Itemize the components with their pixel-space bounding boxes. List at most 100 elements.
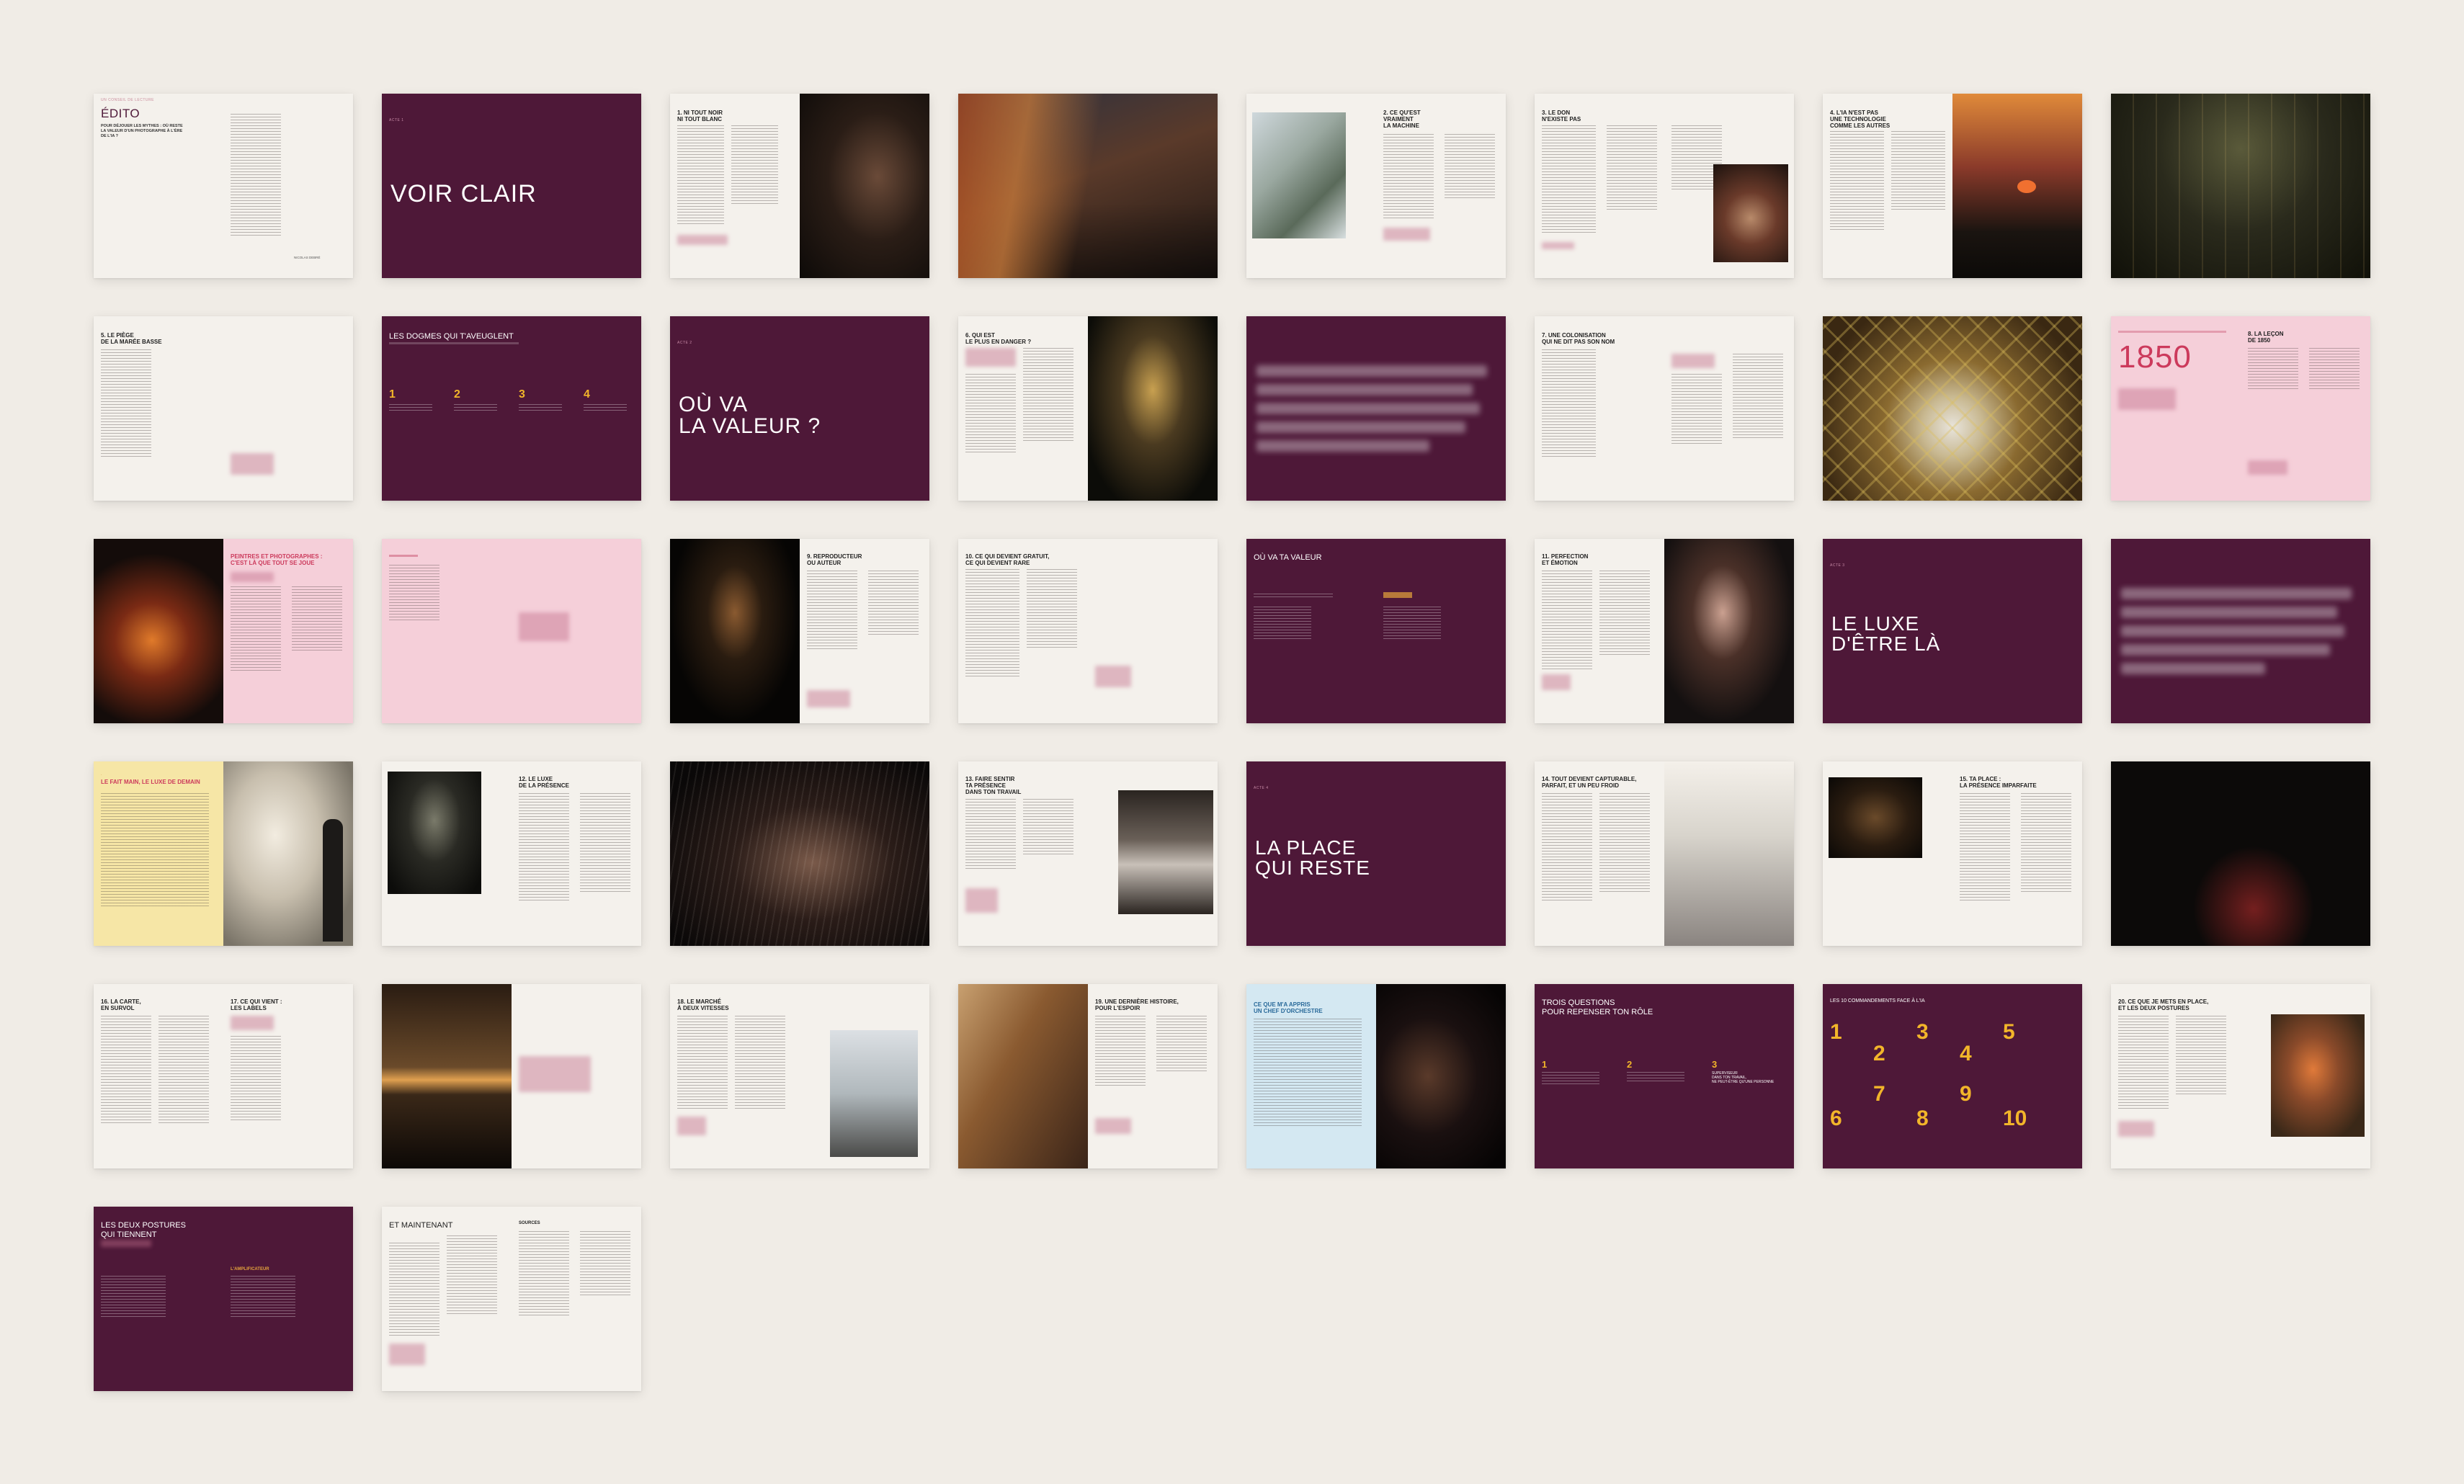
- page-title: 5. LE PIÈGE DE LA MARÉE BASSE: [101, 332, 162, 346]
- page-act-3[interactable]: ACTE 3 LE LUXE D'ÊTRE LÀ: [1823, 539, 2082, 723]
- page-photo-plate[interactable]: [1823, 316, 2082, 501]
- page-photo-building[interactable]: [958, 94, 1218, 278]
- page-colonisation[interactable]: 7. UNE COLONISATION QUI NE DIT PAS SON N…: [1535, 316, 1794, 501]
- page-10-commandements[interactable]: LES 10 COMMANDEMENTS FACE À L'IA 1 2 3 4…: [1823, 984, 2082, 1168]
- cmd-6-number: 6: [1830, 1107, 1842, 1130]
- page-act-4[interactable]: ACTE 4 LA PLACE QUI RESTE: [1246, 761, 1506, 946]
- page-trois-questions[interactable]: TROIS QUESTIONS POUR REPENSER TON RÔLE 1…: [1535, 984, 1794, 1168]
- page-dogmes[interactable]: LES DOGMES QUI T'AVEUGLENT 1 2 3 4: [382, 316, 641, 501]
- page-capturable[interactable]: 14. TOUT DEVIENT CAPTURABLE, PARFAIT, ET…: [1535, 761, 1794, 946]
- page-title: 15. TA PLACE : LA PRÉSENCE IMPARFAITE: [1960, 776, 2037, 790]
- page-danger[interactable]: 6. QUI EST LE PLUS EN DANGER ?: [958, 316, 1218, 501]
- page-faire-sentir[interactable]: 13. FAIRE SENTIR TA PRÉSENCE DANS TON TR…: [958, 761, 1218, 946]
- dogme-1-number: 1: [389, 388, 396, 401]
- page-photo-piano[interactable]: [670, 761, 929, 946]
- photo-pianist: [800, 94, 929, 278]
- page-marche[interactable]: 18. LE MARCHÉ À DEUX VITESSES: [670, 984, 929, 1168]
- page-shelf[interactable]: [382, 984, 641, 1168]
- photo-gold-tablecloth: [1823, 316, 2082, 501]
- page-chef-orchestre[interactable]: CE QUE M'A APPRIS UN CHEF D'ORCHESTRE: [1246, 984, 1506, 1168]
- page-piege[interactable]: 5. LE PIÈGE DE LA MARÉE BASSE: [94, 316, 353, 501]
- dogme-4-number: 4: [584, 388, 590, 401]
- page-title: 11. PERFECTION ET ÉMOTION: [1542, 553, 1589, 567]
- page-deux-postures[interactable]: LES DEUX POSTURES QUI TIENNENT L'AMPLIFI…: [94, 1207, 353, 1391]
- sun-icon: [2017, 180, 2036, 193]
- dogme-2-number: 2: [454, 388, 460, 401]
- page-et-maintenant[interactable]: ET MAINTENANT SOURCES: [382, 1207, 641, 1391]
- cmd-1-number: 1: [1830, 1020, 1842, 1044]
- photo-glass-structure: [1252, 112, 1346, 238]
- page-technologie[interactable]: 4. L'IA N'EST PAS UNE TECHNOLOGIE COMME …: [1823, 94, 2082, 278]
- page-title: 3. LE DON N'EXISTE PAS: [1542, 109, 1581, 123]
- page-title: 8. LA LEÇON DE 1850: [2248, 331, 2284, 344]
- page-fait-main[interactable]: · LE FAIT MAIN, LE LUXE DE DEMAIN: [94, 761, 353, 946]
- page-title: LES 10 COMMANDEMENTS FACE À L'IA: [1830, 998, 1925, 1004]
- photo-chef-plating: [1664, 539, 1794, 723]
- page-ni-tout-noir[interactable]: 1. NI TOUT NOIR NI TOUT BLANC: [670, 94, 929, 278]
- page-blurred-quote[interactable]: [1246, 316, 1506, 501]
- page-title: TROIS QUESTIONS POUR REPENSER TON RÔLE: [1542, 998, 1653, 1016]
- page-title: 13. FAIRE SENTIR TA PRÉSENCE DANS TON TR…: [965, 776, 1022, 796]
- page-title: ÉDITO: [101, 107, 140, 120]
- page-title: 10. CE QUI DEVIENT GRATUIT, CE QUI DEVIE…: [965, 553, 1050, 567]
- page-photo-long-table[interactable]: [2111, 94, 2370, 278]
- page-pink-text[interactable]: [382, 539, 641, 723]
- page-luxe-presence[interactable]: 12. LE LUXE DE LA PRÉSENCE: [382, 761, 641, 946]
- question-3-text: SUPERVISEUR DANS TON TRAVAIL, NE PEUT-ÊT…: [1712, 1071, 1775, 1084]
- page-peintres[interactable]: PEINTRES ET PHOTOGRAPHES : C'EST LÀ QUE …: [94, 539, 353, 723]
- page-subtitle: POUR DÉJOUER LES MYTHES : OÙ RESTE LA VA…: [101, 124, 183, 139]
- photo-conductor: [1376, 984, 1506, 1168]
- cmd-5-number: 5: [2003, 1020, 2015, 1044]
- photo-table-setting: [1713, 164, 1788, 262]
- page-carte-labels[interactable]: 16. LA CARTE, EN SURVOL 17. CE QUI VIENT…: [94, 984, 353, 1168]
- photo-piano-keys: [670, 761, 929, 946]
- page-perfection[interactable]: 11. PERFECTION ET ÉMOTION: [1535, 539, 1794, 723]
- photo-street-evening: [958, 94, 1218, 278]
- page-ou-va-ta-valeur[interactable]: OÙ VA TA VALEUR: [1246, 539, 1506, 723]
- cmd-8-number: 8: [1916, 1107, 1929, 1130]
- page-title: 7. UNE COLONISATION QUI NE DIT PAS SON N…: [1542, 332, 1615, 346]
- page-act-1[interactable]: ACTE 1 VOIR CLAIR: [382, 94, 641, 278]
- page-title: LE FAIT MAIN, LE LUXE DE DEMAIN: [101, 779, 200, 785]
- act-title: LA PLACE QUI RESTE: [1255, 836, 1370, 879]
- page-title: 1. NI TOUT NOIR NI TOUT BLANC: [677, 109, 723, 123]
- page-ta-place[interactable]: 15. TA PLACE : LA PRÉSENCE IMPARFAITE: [1823, 761, 2082, 946]
- page-don[interactable]: 3. LE DON N'EXISTE PAS: [1535, 94, 1794, 278]
- page-edito[interactable]: UN CONSEIL DE LECTURE ÉDITO POUR DÉJOUER…: [94, 94, 353, 278]
- person-silhouette: [323, 819, 343, 942]
- photo-vases: [388, 772, 481, 894]
- photo-flowers-blur: [2271, 1014, 2365, 1137]
- page-photo-stage[interactable]: [2111, 761, 2370, 946]
- photo-window: [830, 1030, 918, 1157]
- page-act-2[interactable]: ACTE 2 OÙ VA LA VALEUR ?: [670, 316, 929, 501]
- page-machine[interactable]: 2. CE QU'EST VRAIMENT LA MACHINE: [1246, 94, 1506, 278]
- cmd-10-number: 10: [2003, 1107, 2027, 1130]
- page-title: 4. L'IA N'EST PAS UNE TECHNOLOGIE COMME …: [1830, 109, 1891, 130]
- cmd-4-number: 4: [1960, 1042, 1972, 1065]
- page-1850[interactable]: 1850 8. LA LEÇON DE 1850: [2111, 316, 2370, 501]
- page-gratuit-rare[interactable]: 10. CE QUI DEVIENT GRATUIT, CE QUI DEVIE…: [958, 539, 1218, 723]
- photo-interior: [958, 984, 1088, 1168]
- sources-heading: SOURCES: [519, 1221, 540, 1225]
- act-label: ACTE 4: [1254, 786, 1269, 790]
- page-title: 18. LE MARCHÉ À DEUX VITESSES: [677, 998, 729, 1012]
- photo-floral-arch: [1088, 316, 1218, 501]
- page-title: 19. UNE DERNIÈRE HISTOIRE, POUR L'ESPOIR: [1095, 998, 1179, 1012]
- amplificateur-label: L'AMPLIFICATEUR: [231, 1267, 269, 1271]
- year-1850: 1850: [2118, 339, 2192, 375]
- page-espoir[interactable]: 19. UNE DERNIÈRE HISTOIRE, POUR L'ESPOIR: [958, 984, 1218, 1168]
- page-title: 6. QUI EST LE PLUS EN DANGER ?: [965, 332, 1032, 346]
- dogme-3-number: 3: [519, 388, 525, 401]
- page-kicker: UN CONSEIL DE LECTURE: [101, 98, 154, 102]
- photo-flames: [94, 539, 223, 723]
- page-title: LES DOGMES QUI T'AVEUGLENT: [389, 332, 514, 341]
- page-reproducteur[interactable]: 9. REPRODUCTEUR OU AUTEUR: [670, 539, 929, 723]
- page-blurred-quote-2[interactable]: [2111, 539, 2370, 723]
- photo-dark-corridor: [670, 539, 800, 723]
- page-title: LES DEUX POSTURES QUI TIENNENT: [101, 1221, 186, 1239]
- page-title: PEINTRES ET PHOTOGRAPHES : C'EST LÀ QUE …: [231, 553, 323, 567]
- page-title: 2. CE QU'EST VRAIMENT LA MACHINE: [1383, 109, 1421, 130]
- page-postures[interactable]: 20. CE QUE JE METS EN PLACE, ET LES DEUX…: [2111, 984, 2370, 1168]
- cmd-2-number: 2: [1873, 1042, 1885, 1065]
- cmd-9-number: 9: [1960, 1082, 1972, 1106]
